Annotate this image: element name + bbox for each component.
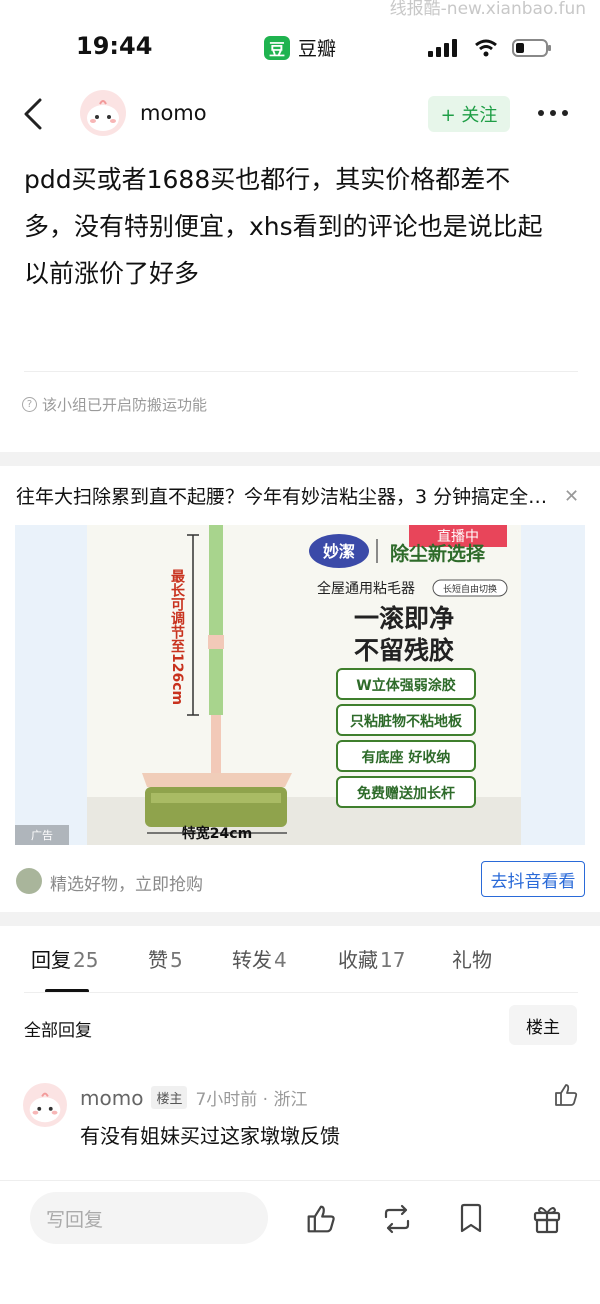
shop-text[interactable]: 精选好物，立即抢购 bbox=[50, 870, 203, 895]
ad-brand: 妙潔 bbox=[323, 542, 355, 561]
section-gap bbox=[0, 452, 600, 466]
tab-gifts[interactable]: 礼物 bbox=[452, 944, 494, 973]
ad-image[interactable]: 妙潔 直播中 除尘新选择 全屋通用粘毛器 长短自由切换 一滚即净 不留残胶 W立… bbox=[15, 525, 585, 845]
tab-reposts[interactable]: 转发 4 bbox=[232, 944, 287, 973]
notice-text: 该小组已开启防搬运功能 bbox=[42, 396, 208, 414]
divider bbox=[24, 992, 578, 993]
bottom-bar: 写回复 bbox=[0, 1180, 600, 1304]
ad-product-line: 全屋通用粘毛器 bbox=[317, 580, 415, 597]
tab-label: 赞 bbox=[148, 948, 168, 972]
status-time: 19:44 bbox=[76, 32, 153, 60]
roller-illustration: 妙潔 直播中 除尘新选择 全屋通用粘毛器 长短自由切换 一滚即净 不留残胶 W立… bbox=[87, 525, 521, 845]
comment-avatar[interactable] bbox=[23, 1083, 67, 1127]
comment-text: 有没有姐妹买过这家墩墩反馈 bbox=[80, 1124, 340, 1148]
ad-mode-tag: 长短自由切换 bbox=[443, 583, 497, 595]
anti-repost-notice: ? 该小组已开启防搬运功能 bbox=[22, 394, 207, 415]
ad-feature: 有底座 好收纳 bbox=[362, 749, 451, 766]
comment-time-location: 7小时前 · 浙江 bbox=[195, 1090, 308, 1110]
ad-label: 广告 bbox=[15, 825, 69, 845]
tab-label: 转发 bbox=[232, 948, 272, 972]
post-line: 多，没有特别便宜，xhs看到的评论也是说比起 bbox=[24, 212, 543, 241]
tab-likes[interactable]: 赞5 bbox=[148, 944, 183, 973]
ad-feature: 免费赠送加长杆 bbox=[357, 785, 455, 802]
battery-icon bbox=[512, 39, 551, 57]
ad-headline-1: 一滚即净 bbox=[354, 604, 454, 633]
gift-icon[interactable] bbox=[532, 1203, 562, 1235]
signal-icon bbox=[428, 39, 457, 57]
section-gap bbox=[0, 912, 600, 926]
tab-label: 收藏 bbox=[338, 948, 378, 972]
post-line: pdd买或者1688买也都行，其实价格都差不 bbox=[24, 165, 511, 194]
tab-count: 5 bbox=[170, 948, 183, 972]
divider bbox=[24, 371, 578, 372]
like-icon[interactable] bbox=[553, 1082, 579, 1108]
douyin-cta-button[interactable]: 去抖音看看 bbox=[481, 861, 585, 897]
ad-width-note: 特宽24cm bbox=[182, 825, 252, 842]
close-icon[interactable]: ✕ bbox=[564, 486, 579, 507]
post-body: pdd买或者1688买也都行，其实价格都差不 多，没有特别便宜，xhs看到的评论… bbox=[24, 156, 580, 297]
comment-author[interactable]: momo bbox=[80, 1086, 143, 1110]
tab-count: 17 bbox=[380, 948, 406, 972]
shop-avatar[interactable] bbox=[16, 868, 42, 894]
tab-count: 4 bbox=[274, 948, 287, 972]
tab-label: 回复 bbox=[31, 948, 71, 972]
ad-product-panel: 妙潔 直播中 除尘新选择 全屋通用粘毛器 长短自由切换 一滚即净 不留残胶 W立… bbox=[87, 525, 521, 845]
question-icon: ? bbox=[22, 397, 37, 412]
ad-feature: 只粘脏物不粘地板 bbox=[350, 713, 463, 730]
reply-input[interactable]: 写回复 bbox=[30, 1192, 268, 1244]
back-icon[interactable] bbox=[20, 96, 46, 132]
post-header: momo + 关注 bbox=[0, 90, 600, 140]
author-avatar[interactable] bbox=[80, 90, 126, 136]
app-name: 豆瓣 bbox=[298, 38, 337, 60]
ad-title[interactable]: 往年大扫除累到直不起腰？今年有妙洁粘尘器，3 分钟搞定全屋… bbox=[16, 482, 556, 509]
all-replies-label: 全部回复 bbox=[24, 1021, 92, 1041]
op-filter-button[interactable]: 楼主 bbox=[509, 1005, 577, 1045]
author-username[interactable]: momo bbox=[140, 101, 207, 125]
ad-headline-2: 不留残胶 bbox=[354, 636, 454, 665]
douban-logo-icon: 豆 bbox=[264, 35, 290, 60]
status-bar: 19:44 豆 豆瓣 bbox=[0, 0, 600, 90]
reaction-tabs: 回复 25 赞5 转发 4 收藏 17 礼物 bbox=[0, 944, 600, 993]
ad-tagline: 除尘新选择 bbox=[390, 542, 486, 565]
tab-count: 25 bbox=[73, 948, 99, 972]
tab-favorites[interactable]: 收藏 17 bbox=[338, 944, 405, 973]
op-badge: 楼主 bbox=[151, 1086, 188, 1109]
app-badge: 豆 豆瓣 bbox=[264, 34, 336, 61]
ad-label-text: 广告 bbox=[31, 829, 53, 842]
system-icons bbox=[428, 38, 552, 58]
ad-footer: 精选好物，立即抢购 去抖音看看 bbox=[0, 855, 600, 905]
comment-meta: momo 楼主 7小时前 · 浙江 bbox=[80, 1085, 308, 1111]
tab-label: 礼物 bbox=[452, 948, 492, 972]
follow-button[interactable]: + 关注 bbox=[428, 96, 510, 132]
like-icon[interactable] bbox=[305, 1203, 337, 1235]
bookmark-icon[interactable] bbox=[458, 1203, 484, 1235]
more-icon[interactable] bbox=[538, 110, 568, 116]
ad-vertical-note: 最长可调节至126cm bbox=[169, 568, 185, 705]
wifi-icon bbox=[475, 39, 497, 57]
ad-feature: W立体强弱涂胶 bbox=[356, 677, 455, 694]
repost-icon[interactable] bbox=[380, 1203, 414, 1235]
tab-replies[interactable]: 回复 25 bbox=[31, 944, 98, 973]
post-line: 以前涨价了好多 bbox=[24, 259, 200, 288]
